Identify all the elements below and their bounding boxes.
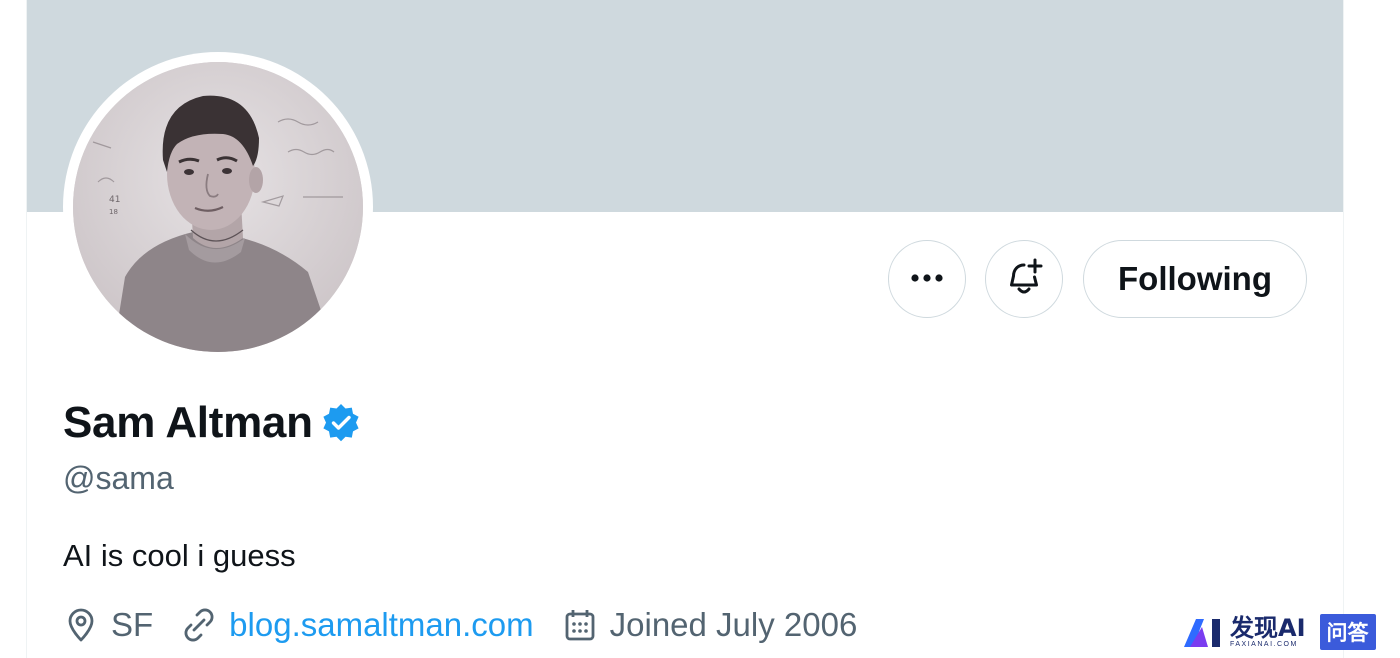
more-horizontal-icon: [910, 270, 944, 288]
watermark-badge: 问答: [1319, 614, 1376, 650]
svg-text:18: 18: [109, 208, 118, 216]
website-link[interactable]: blog.samaltman.com: [229, 606, 533, 644]
joined-date: Joined July 2006: [609, 606, 858, 643]
location-pin-icon: [63, 607, 99, 643]
ai-logo-icon: [1182, 615, 1226, 649]
profile-meta-row: SF blog.samaltman.com Joined July 2006: [63, 606, 885, 644]
notifications-button[interactable]: [985, 240, 1063, 318]
svg-text:41: 41: [109, 195, 120, 205]
user-handle: @sama: [63, 460, 174, 496]
avatar-photo: 41 18: [73, 62, 363, 352]
profile-avatar[interactable]: 41 18: [73, 62, 363, 352]
name-row: Sam Altman: [63, 398, 361, 448]
profile-card: 41 18 Following Sam Altman @sama AI is c…: [26, 0, 1344, 658]
profile-bio: AI is cool i guess: [63, 538, 296, 573]
watermark-brand-sub: FAXIANAI.COM: [1230, 641, 1298, 648]
watermark-brand: 发现AI FAXIANAI.COM: [1230, 616, 1306, 648]
verified-badge-icon[interactable]: [321, 403, 361, 443]
following-button[interactable]: Following: [1083, 240, 1307, 318]
location-item: SF: [63, 606, 153, 644]
website-item: blog.samaltman.com: [181, 606, 534, 644]
watermark: 发现AI FAXIANAI.COM 问答: [1182, 612, 1376, 652]
joined-item: Joined July 2006: [562, 606, 858, 644]
bell-plus-icon: [1004, 257, 1044, 302]
link-icon: [181, 607, 217, 643]
more-options-button[interactable]: [888, 240, 966, 318]
calendar-icon: [562, 607, 598, 643]
watermark-brand-main: 发现AI: [1230, 614, 1306, 642]
location-text: SF: [111, 606, 154, 643]
avatar-ring: 41 18: [63, 52, 373, 362]
display-name: Sam Altman: [63, 398, 313, 447]
